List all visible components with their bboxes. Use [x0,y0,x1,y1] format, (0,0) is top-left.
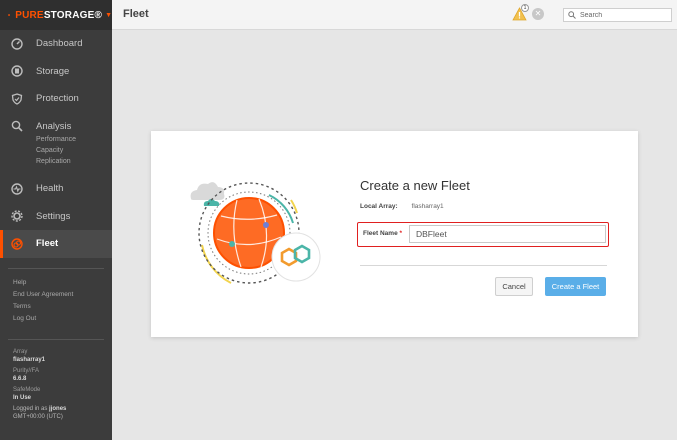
fleet-illustration [190,182,321,284]
analysis-icon [10,119,24,133]
nav-item-fleet[interactable]: Fleet [0,230,112,258]
create-fleet-dialog: Create a new Fleet Local Array: flasharr… [151,131,638,337]
timezone: GMT+00:00 (UTC) [13,414,63,420]
local-array-label: Local Array: [360,203,398,210]
nav-label: Dashboard [36,38,83,50]
sidebar-links: Help End User Agreement Terms Log Out [0,269,112,333]
create-fleet-button[interactable]: Create a Fleet [545,277,606,296]
nav-item-protection[interactable]: Protection [0,85,112,113]
local-array-row: Local Array: flasharray1 [360,203,444,210]
subnav-item-replication[interactable]: Replication [36,156,112,167]
current-user: jjones [49,406,67,412]
nav-label: Fleet [36,238,59,250]
nav-menu: Dashboard Storage Protection Analysis Pe… [0,30,112,258]
nav-item-dashboard[interactable]: Dashboard [0,30,112,58]
terms-link[interactable]: Terms [13,301,112,313]
page-title: Fleet [123,8,149,20]
local-array-value: flasharray1 [411,203,444,210]
safemode-label: SafeMode [13,387,41,393]
health-icon [10,182,24,196]
subnav-item-capacity[interactable]: Capacity [36,145,112,156]
help-link[interactable]: Help [13,277,112,289]
gear-icon [10,209,24,223]
purity-value: 6.6.8 [13,376,27,382]
dismiss-icon[interactable]: ✕ [532,8,544,20]
brand-caret-icon: ▼ [105,11,112,19]
fleet-name-highlight: Fleet Name * [357,222,609,247]
system-info: Array flasharray1 Purity//FA 6.6.8 SafeM… [13,348,66,421]
top-header: Fleet 1 ✕ [112,0,677,30]
fleet-name-label: Fleet Name * [363,230,403,237]
logged-in-as: Logged in as jjones [13,406,67,412]
purity-label: Purity//FA [13,368,40,374]
brand-name: PURESTORAGE® [15,9,103,21]
nav-item-health[interactable]: Health [0,175,112,203]
array-label: Array [13,349,28,355]
storage-icon [10,64,24,78]
search-input[interactable] [580,11,660,19]
alert-count-badge: 1 [521,4,529,12]
dashboard-icon [10,37,24,51]
nav-label: Settings [36,210,71,222]
search-box[interactable] [563,8,672,22]
dialog-divider [360,265,607,266]
nav-item-settings[interactable]: Settings [0,203,112,231]
array-value: flasharray1 [13,357,46,363]
nav-item-analysis[interactable]: Analysis [0,113,112,141]
nav-label: Analysis [36,120,72,132]
brand[interactable]: PURESTORAGE® ▼ [0,0,112,30]
nav-item-storage[interactable]: Storage [0,58,112,86]
fleet-name-input[interactable] [409,225,606,243]
nav-label: Protection [36,93,79,105]
eula-link[interactable]: End User Agreement [13,289,112,301]
safemode-value: In Use [13,395,32,401]
pure-storage-logo-icon [8,14,11,16]
sidebar: PURESTORAGE® ▼ Dashboard Storage Protect… [0,0,112,440]
fleet-icon [10,237,24,251]
dialog-title: Create a new Fleet [360,178,470,193]
nav-label: Storage [36,65,70,77]
logout-link[interactable]: Log Out [13,313,112,325]
search-icon [568,11,576,19]
cancel-button[interactable]: Cancel [495,277,533,296]
required-marker: * [399,230,403,237]
sidebar-divider [8,338,104,340]
shield-icon [10,92,24,106]
nav-label: Health [36,183,64,195]
